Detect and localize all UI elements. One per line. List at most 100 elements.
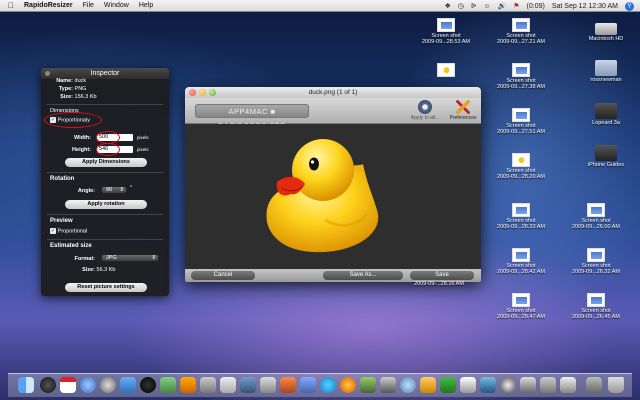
preview-icon[interactable]	[140, 377, 156, 393]
utility-icon[interactable]	[200, 377, 216, 393]
app-menu[interactable]: RapidoResizer	[24, 2, 73, 9]
volume-icon[interactable]: 🔊	[498, 2, 507, 10]
divider	[47, 214, 163, 215]
inspector-panel: Inspector Name: duck Type: PNG Size: 156…	[41, 68, 169, 296]
desktop-screenshot[interactable]: Screen shot 2009-09...26.45 AM	[565, 293, 627, 320]
cancel-button[interactable]: Cancel	[191, 271, 255, 280]
app-icon[interactable]	[440, 377, 456, 393]
reset-picture-button[interactable]: Reset picture settings	[65, 283, 147, 292]
app-icon[interactable]	[280, 377, 296, 393]
app-icon[interactable]	[240, 377, 256, 393]
zoom-window-icon[interactable]	[209, 89, 216, 96]
console-icon[interactable]	[180, 377, 196, 393]
desktop-disk-leopard[interactable]: Lopeard 3a	[575, 103, 637, 126]
apply-rotation-button[interactable]: Apply rotation	[65, 200, 147, 209]
battery-status[interactable]: (0:09)	[527, 3, 545, 10]
width-label: Width:	[73, 135, 91, 141]
desktop-screenshot[interactable]: Screen shot 2009-09...28.53 AM	[415, 18, 477, 45]
window-title: duck.png (1 of 1)	[308, 89, 358, 96]
desktop-screenshot[interactable]: Screen shot 2009-09...27.21 AM	[490, 18, 552, 45]
desktop-screenshot[interactable]: Screen shot 2009-09...27.51 AM	[490, 108, 552, 135]
app-icon[interactable]	[500, 377, 516, 393]
preferences-button[interactable]: Preferences	[441, 100, 481, 121]
trash-icon[interactable]	[608, 377, 624, 393]
app-icon[interactable]	[420, 377, 436, 393]
app-icon[interactable]	[460, 377, 476, 393]
rapidoresizer-window: duck.png (1 of 1) APP4MAC ■ RAPIDORESIZE…	[185, 87, 481, 282]
desktop-screenshot-date: 2009-09-...28.16 AM	[414, 281, 464, 287]
angle-stepper[interactable]: 90 ⇕	[101, 186, 127, 194]
close-window-icon[interactable]	[189, 89, 196, 96]
flag-icon[interactable]: ⚑	[513, 2, 519, 10]
desktop-screenshot[interactable]: Screen shot 2009-09...28.47 AM	[490, 293, 552, 320]
desktop-drive-macintosh-hd[interactable]: Macintosh HD	[575, 20, 637, 42]
name-value: duck	[74, 78, 87, 84]
gear-icon	[418, 100, 432, 114]
firefox-icon[interactable]	[340, 377, 356, 393]
image-thumbnail-icon	[587, 293, 605, 307]
format-value: JPG	[106, 255, 117, 261]
angle-value: 90	[106, 187, 113, 193]
app-icon[interactable]	[540, 377, 556, 393]
est-size-label: Size:	[82, 267, 95, 273]
hard-drive-icon	[595, 23, 617, 35]
apple-menu-icon[interactable]: 	[6, 1, 16, 10]
app-icon[interactable]	[480, 377, 496, 393]
proportional-checkbox[interactable]: ✓	[50, 228, 56, 234]
skype-icon[interactable]	[320, 377, 336, 393]
app-icon[interactable]	[560, 377, 576, 393]
divider	[47, 172, 163, 173]
itunes-icon[interactable]	[80, 377, 96, 393]
image-thumbnail-icon	[512, 203, 530, 217]
downloads-stack-icon[interactable]	[586, 377, 602, 393]
desktop-screenshot[interactable]	[415, 63, 477, 78]
desktop-screenshot[interactable]: Screen shot 2009-09...28.20 AM	[490, 153, 552, 180]
textedit-icon[interactable]	[220, 377, 236, 393]
proportional-label: Proportional	[57, 228, 88, 235]
est-size-value: 56.3 Kb	[96, 267, 116, 273]
iphoto-icon[interactable]	[160, 377, 176, 393]
appstore-icon[interactable]	[120, 377, 136, 393]
app-icon[interactable]	[520, 377, 536, 393]
safari-icon[interactable]	[100, 377, 116, 393]
minimize-window-icon[interactable]	[199, 89, 206, 96]
height-label: Height:	[72, 147, 91, 153]
window-titlebar[interactable]: duck.png (1 of 1)	[185, 87, 481, 98]
dashboard-icon[interactable]	[40, 377, 56, 393]
image-thumbnail-icon	[512, 63, 530, 77]
save-button[interactable]: Save	[410, 271, 474, 280]
menu-file[interactable]: File	[83, 2, 94, 9]
disk-icon	[595, 145, 617, 161]
image-thumbnail-icon	[587, 248, 605, 262]
name-label: Name:	[56, 78, 73, 84]
save-as-button[interactable]: Save As...	[323, 271, 403, 280]
apply-dimensions-button[interactable]: Apply Dimensions	[65, 158, 147, 167]
app-icon[interactable]	[360, 377, 376, 393]
menu-help[interactable]: Help	[139, 2, 153, 9]
finder-icon[interactable]	[18, 377, 34, 393]
desktop-screenshot[interactable]: Screen shot 2009-09...26.00 AM	[565, 203, 627, 230]
desktop-screenshot[interactable]: Screen shot 2009-09...26.32 AM	[565, 248, 627, 275]
app-icon[interactable]	[400, 377, 416, 393]
desktop-home-folder[interactable]: rossnewman	[575, 60, 637, 83]
bluetooth-icon[interactable]: ᐉ	[471, 2, 476, 10]
desktop-screenshot[interactable]: Screen shot 2009-09...28.33 AM	[490, 203, 552, 230]
ical-icon[interactable]	[60, 377, 76, 393]
app-icon[interactable]	[380, 377, 396, 393]
timemachine-icon[interactable]: ◷	[458, 2, 464, 10]
image-thumbnail-icon	[587, 203, 605, 217]
desktop-screenshot[interactable]: Screen shot 2009-09...28.42 AM	[490, 248, 552, 275]
desktop-screenshot[interactable]: Screen shot 2009-09...27.38 AM	[490, 63, 552, 90]
spotlight-icon[interactable]: ⚲	[625, 1, 634, 11]
desktop-disk-iphone-guides[interactable]: iPhone Guides	[575, 145, 637, 168]
wifi-icon[interactable]: ☺	[483, 3, 490, 10]
close-icon[interactable]	[45, 71, 50, 76]
image-thumbnail-icon	[437, 63, 455, 77]
chevron-down-icon: ⇕	[151, 255, 156, 261]
format-select[interactable]: JPG ⇕	[101, 254, 159, 262]
menu-window[interactable]: Window	[104, 2, 129, 9]
app-icon[interactable]	[300, 377, 316, 393]
app-icon[interactable]	[260, 377, 276, 393]
dropbox-icon[interactable]: ❖	[445, 2, 451, 10]
menu-clock[interactable]: Sat Sep 12 12:30 AM	[552, 3, 618, 10]
